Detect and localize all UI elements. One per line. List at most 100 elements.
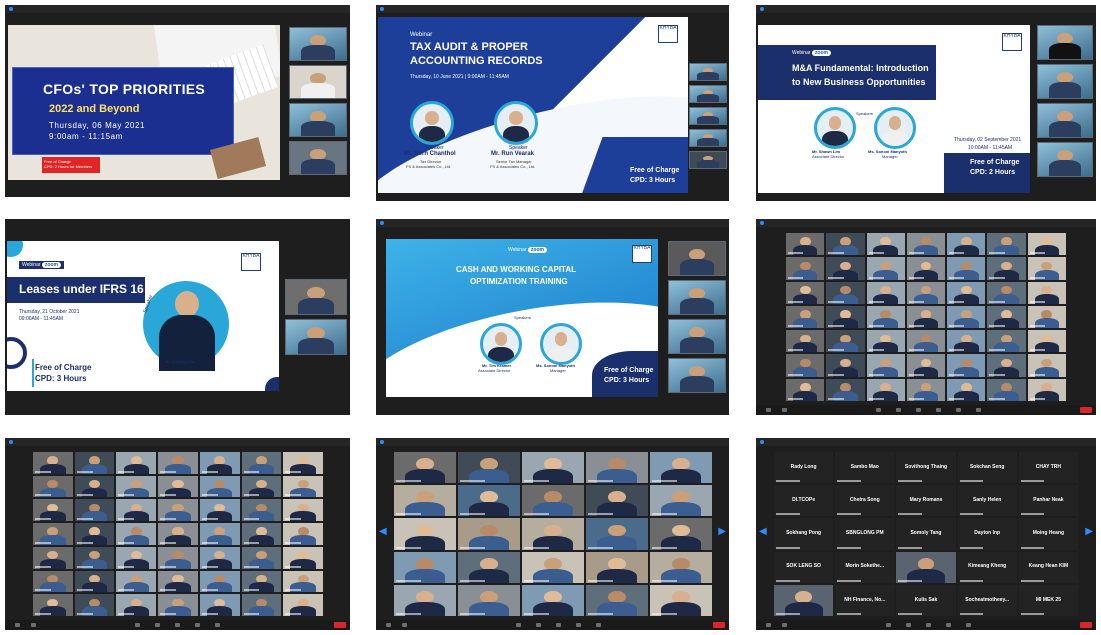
participant-tile[interactable]: [116, 475, 157, 498]
participant-tile[interactable]: [33, 523, 73, 545]
participant-tile[interactable]: [586, 518, 648, 550]
participant-tile[interactable]: [1027, 281, 1066, 304]
participant-tile[interactable]: [199, 499, 240, 522]
participant-video[interactable]: [285, 319, 347, 355]
participant-tile[interactable]: [33, 475, 73, 498]
participant-tile[interactable]: [394, 452, 456, 484]
participant-name-tile[interactable]: MI MEK 25: [1018, 584, 1078, 616]
participant-tile[interactable]: [241, 499, 282, 522]
participant-tile[interactable]: [199, 594, 240, 616]
participant-tile[interactable]: [241, 594, 282, 616]
participant-tile[interactable]: [786, 257, 825, 280]
participant-video[interactable]: [289, 103, 347, 137]
participant-tile[interactable]: [74, 499, 115, 522]
participant-tile[interactable]: [650, 551, 712, 583]
participant-tile[interactable]: [241, 475, 282, 498]
participant-tile[interactable]: [283, 499, 323, 522]
end-button[interactable]: [713, 622, 725, 628]
participant-name-tile[interactable]: Sanly Helen: [957, 485, 1017, 517]
participant-video[interactable]: [285, 279, 347, 315]
participant-tile[interactable]: [987, 233, 1026, 256]
participant-tile[interactable]: [1027, 378, 1066, 401]
participant-tile[interactable]: [241, 570, 282, 593]
participant-tile[interactable]: [158, 570, 198, 593]
participant-tile[interactable]: [158, 452, 198, 474]
participant-video[interactable]: [689, 129, 727, 147]
participant-tile[interactable]: [522, 518, 584, 550]
participant-name-tile[interactable]: Moing Heang: [1018, 518, 1078, 550]
participant-tile[interactable]: [458, 485, 520, 517]
participant-tile[interactable]: [158, 475, 198, 498]
participant-name-tile[interactable]: Kimeang Kheng: [957, 551, 1017, 583]
participant-tile[interactable]: [283, 570, 323, 593]
participant-name-tile[interactable]: Mary Romans: [896, 485, 956, 517]
participant-tile[interactable]: [586, 452, 648, 484]
participant-tile[interactable]: [199, 546, 240, 569]
participant-video[interactable]: [689, 107, 727, 125]
participant-tile[interactable]: [866, 281, 905, 304]
participant-tile[interactable]: [786, 330, 825, 353]
participant-tile[interactable]: [33, 499, 73, 522]
participant-tile[interactable]: [866, 330, 905, 353]
participant-video[interactable]: [1037, 142, 1093, 177]
participant-tile[interactable]: [158, 546, 198, 569]
participant-tile[interactable]: [650, 452, 712, 484]
participant-tile[interactable]: [650, 584, 712, 616]
participant-name-tile[interactable]: Socheatmotheey...: [957, 584, 1017, 616]
participant-tile[interactable]: [158, 499, 198, 522]
participant-video[interactable]: [689, 85, 727, 103]
participant-tile[interactable]: [241, 546, 282, 569]
participant-tile[interactable]: [458, 584, 520, 616]
participant-tile[interactable]: [987, 281, 1026, 304]
participant-tile[interactable]: [116, 570, 157, 593]
meeting-controls[interactable]: [5, 620, 350, 630]
participant-tile[interactable]: [458, 551, 520, 583]
participant-tile[interactable]: [74, 475, 115, 498]
participant-video[interactable]: [668, 280, 726, 315]
participant-tile[interactable]: [947, 305, 986, 329]
participant-tile[interactable]: [866, 257, 905, 280]
participant-tile[interactable]: [866, 233, 905, 256]
end-button[interactable]: [1080, 407, 1092, 413]
next-page-arrow-icon[interactable]: ▶: [718, 526, 726, 537]
participant-tile[interactable]: [283, 475, 323, 498]
participant-tile[interactable]: [116, 546, 157, 569]
participant-tile[interactable]: [158, 594, 198, 616]
participant-video[interactable]: [668, 241, 726, 276]
meeting-controls[interactable]: [756, 620, 1096, 630]
participant-tile[interactable]: [826, 281, 865, 304]
participant-tile[interactable]: [199, 452, 240, 474]
participant-tile[interactable]: [947, 378, 986, 401]
participant-tile[interactable]: [1027, 233, 1066, 256]
participant-video[interactable]: [289, 65, 347, 99]
participant-name-tile[interactable]: [774, 584, 834, 616]
participant-tile[interactable]: [947, 257, 986, 280]
participant-tile[interactable]: [786, 305, 825, 329]
participant-video[interactable]: [689, 63, 727, 81]
participant-tile[interactable]: [283, 546, 323, 569]
participant-tile[interactable]: [906, 281, 946, 304]
participant-tile[interactable]: [826, 233, 865, 256]
participant-tile[interactable]: [522, 584, 584, 616]
participant-name-tile[interactable]: Sokhang Pong: [774, 518, 834, 550]
participant-tile[interactable]: [199, 475, 240, 498]
participant-tile[interactable]: [987, 378, 1026, 401]
participant-tile[interactable]: [522, 551, 584, 583]
participant-tile[interactable]: [786, 354, 825, 377]
participant-name-tile[interactable]: [896, 551, 956, 583]
participant-tile[interactable]: [866, 354, 905, 377]
prev-page-arrow-icon[interactable]: ◀: [759, 526, 767, 537]
next-page-arrow-icon[interactable]: ▶: [1085, 526, 1093, 537]
participant-tile[interactable]: [394, 551, 456, 583]
participant-tile[interactable]: [906, 257, 946, 280]
participant-tile[interactable]: [394, 518, 456, 550]
participant-tile[interactable]: [1027, 354, 1066, 377]
participant-name-tile[interactable]: Sambo Mao: [835, 452, 895, 484]
participant-tile[interactable]: [987, 330, 1026, 353]
participant-tile[interactable]: [394, 584, 456, 616]
participant-name-tile[interactable]: Somoly Tang: [896, 518, 956, 550]
prev-page-arrow-icon[interactable]: ◀: [379, 526, 387, 537]
participant-name-tile[interactable]: Panhar Neak: [1018, 485, 1078, 517]
participant-video[interactable]: [289, 141, 347, 175]
participant-tile[interactable]: [283, 594, 323, 616]
